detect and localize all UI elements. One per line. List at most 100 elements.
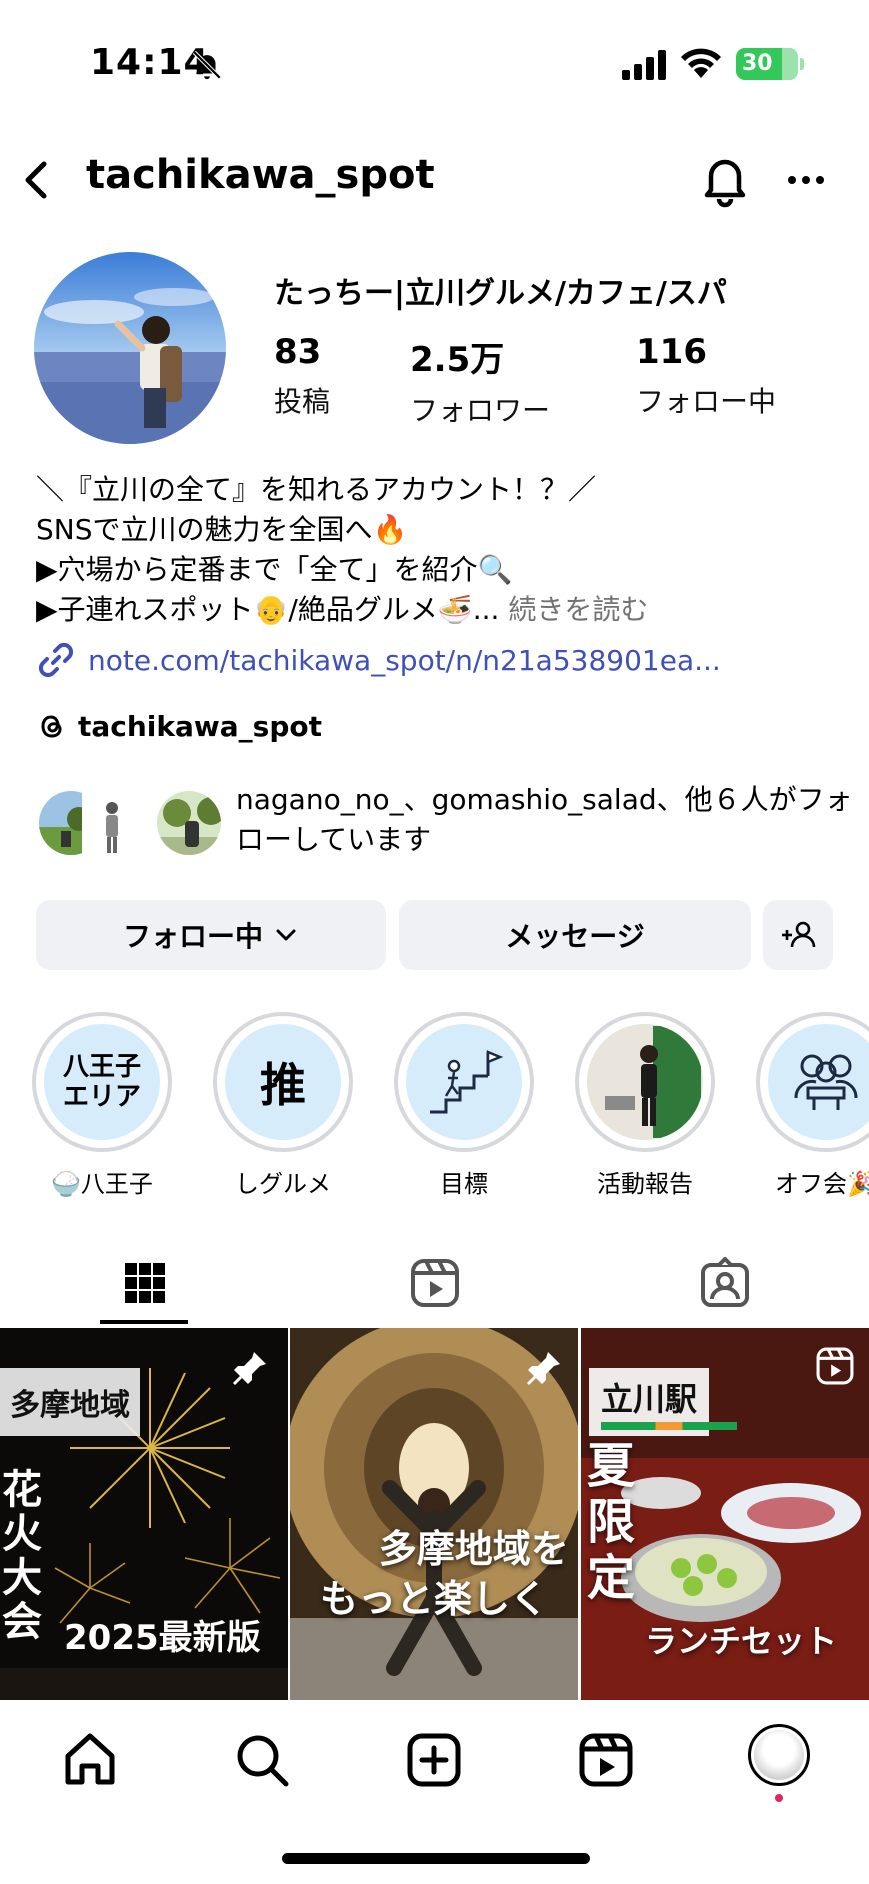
- post-lunch-set[interactable]: 立川駅 夏限定 ランチセット: [581, 1328, 869, 1700]
- post-caption: ランチセット: [645, 1616, 837, 1662]
- pin-icon: [526, 1352, 560, 1386]
- post-caption-text: 2025最新版: [64, 1618, 261, 1658]
- highlight-ring: [756, 1012, 869, 1152]
- highlight-ring: [394, 1012, 534, 1152]
- profile-username: tachikawa_spot: [86, 152, 435, 198]
- stat-following[interactable]: 116 フォロー中: [636, 332, 776, 420]
- followed-by-text: nagano_no_、gomashio_salad、他６人がフォローしています: [236, 783, 853, 856]
- notification-bell-icon[interactable]: [698, 152, 752, 208]
- search-icon[interactable]: [230, 1728, 294, 1792]
- profile-avatar[interactable]: [34, 252, 226, 444]
- wifi-icon: [681, 48, 721, 78]
- status-bar: 14:14 30: [0, 0, 869, 130]
- highlight-goal[interactable]: 目標: [394, 1012, 534, 1199]
- stat-posts-label: 投稿: [274, 385, 331, 418]
- more-options-icon[interactable]: [786, 168, 826, 192]
- read-more-link[interactable]: 続きを読む: [508, 593, 648, 626]
- train-line-color-bar: [601, 1422, 737, 1430]
- highlight-cover: 推: [225, 1024, 341, 1140]
- threads-badge[interactable]: tachikawa_spot: [36, 706, 322, 746]
- reel-badge-icon: [816, 1347, 854, 1385]
- posts-grid: 多摩地域 花火大会 2025最新版 多摩地域を もっと楽しく 立川駅 夏限定 ラ…: [0, 1328, 869, 1700]
- add-person-icon: [782, 921, 816, 948]
- follower-avatar: [154, 788, 224, 858]
- battery-level: 30: [742, 51, 773, 76]
- highlight-ring: 八王子 エリア: [32, 1012, 172, 1152]
- stairs-flag-icon: [430, 1050, 504, 1114]
- stat-followers-label: フォロワー: [410, 394, 551, 427]
- cellular-signal-icon: [622, 50, 666, 80]
- pin-icon: [232, 1352, 266, 1386]
- chevron-down-icon: [276, 929, 296, 941]
- battery-nub: [800, 58, 804, 70]
- message-button[interactable]: メッセージ: [399, 900, 751, 970]
- message-button-label: メッセージ: [505, 920, 645, 953]
- tab-reels[interactable]: [290, 1240, 580, 1326]
- highlight-ring: 推: [213, 1012, 353, 1152]
- profile-nav-avatar-image: [754, 1730, 804, 1780]
- create-post-icon[interactable]: [402, 1728, 466, 1792]
- highlight-label: オフ会🎉: [775, 1170, 869, 1198]
- back-arrow-icon[interactable]: [16, 150, 56, 210]
- following-button[interactable]: フォロー中: [36, 900, 386, 970]
- post-fireworks[interactable]: 多摩地域 花火大会 2025最新版: [0, 1328, 288, 1700]
- stat-posts-count: 83: [274, 332, 322, 372]
- post-tag: 立川駅: [601, 1380, 698, 1418]
- profile-link[interactable]: note.com/tachikawa_spot/n/n21a538901ea..…: [36, 640, 721, 680]
- following-button-label: フォロー中: [122, 920, 263, 953]
- tagged-person-icon: [701, 1257, 749, 1307]
- grid-icon: [125, 1263, 165, 1303]
- bio-line-text: ▶︎子連れスポット👴/絶品グルメ🍜...: [36, 593, 500, 626]
- highlight-activity-report[interactable]: 活動報告: [575, 1012, 715, 1199]
- link-chain-icon: [38, 642, 74, 678]
- profile-nav-avatar[interactable]: [748, 1724, 810, 1786]
- post-vertical-title: 花火大会: [2, 1468, 46, 1644]
- post-light-tunnel[interactable]: 多摩地域を もっと楽しく: [290, 1328, 578, 1700]
- highlight-cover: [768, 1024, 869, 1140]
- profile-tabs: [0, 1240, 869, 1326]
- stat-followers-count: 2.5万: [410, 340, 505, 380]
- speaker-photo: [589, 1026, 701, 1138]
- post-vertical-title: 夏限定: [587, 1438, 641, 1606]
- followed-by[interactable]: nagano_no_、gomashio_salad、他６人がフォローしています: [36, 780, 853, 880]
- post-tag: 多摩地域: [10, 1388, 130, 1423]
- home-indicator: [282, 1853, 590, 1864]
- stat-following-label: フォロー中: [636, 385, 777, 418]
- highlight-cover-text: 推: [260, 1058, 306, 1112]
- post-caption-text: 多摩地域を もっと楽しく: [319, 1527, 569, 1621]
- bio-line-last: ▶︎子連れスポット👴/絶品グルメ🍜... 続きを読む: [36, 590, 836, 630]
- stat-followers[interactable]: 2.5万 フォロワー: [410, 332, 550, 429]
- highlight-offline-meetup[interactable]: オフ会🎉: [756, 1012, 869, 1199]
- home-icon[interactable]: [58, 1728, 122, 1792]
- highlight-hachioji[interactable]: 八王子 エリア 🍚八王子: [32, 1012, 172, 1199]
- suggested-users-button[interactable]: [763, 900, 833, 970]
- battery-indicator: 30: [736, 48, 798, 80]
- bio-line: SNSで立川の魅力を全国へ🔥: [36, 513, 408, 546]
- highlight-cover-text: 八王子 エリア: [62, 1052, 141, 1112]
- reels-icon: [411, 1259, 459, 1307]
- follower-avatar: [82, 788, 142, 858]
- stat-following-count: 116: [636, 332, 707, 372]
- highlight-label: 🍚八王子: [51, 1170, 153, 1198]
- stat-posts[interactable]: 83 投稿: [274, 332, 330, 420]
- reels-nav-icon[interactable]: [574, 1728, 638, 1792]
- highlight-ring: [575, 1012, 715, 1152]
- post-vertical-text: 夏限定: [587, 1438, 636, 1606]
- post-vertical-text: 花火大会: [2, 1467, 42, 1645]
- post-caption: 2025最新版: [64, 1610, 261, 1659]
- post-tag-box: 多摩地域: [0, 1368, 140, 1436]
- profile-display-name: たっちー|立川グルメ/カフェ/スパ: [274, 276, 727, 311]
- threads-logo-icon: [41, 715, 62, 738]
- highlight-cover: 八王子 エリア: [44, 1024, 160, 1140]
- active-tab-indicator: [100, 1320, 188, 1324]
- highlight-gourmet[interactable]: 推 しグルメ: [213, 1012, 353, 1199]
- post-caption: 多摩地域を もっと楽しく: [290, 1474, 578, 1674]
- post-tag-box: 立川駅: [589, 1368, 737, 1436]
- bell-slash-icon: [192, 50, 222, 80]
- tab-tagged[interactable]: [580, 1240, 869, 1326]
- bio-line: ＼『立川の全て』を知れるアカウント！？／: [36, 473, 597, 506]
- tab-posts-grid[interactable]: [0, 1240, 290, 1326]
- highlight-cover: [587, 1024, 703, 1140]
- profile-link-text[interactable]: note.com/tachikawa_spot/n/n21a538901ea..…: [88, 644, 721, 677]
- highlight-cover: [406, 1024, 522, 1140]
